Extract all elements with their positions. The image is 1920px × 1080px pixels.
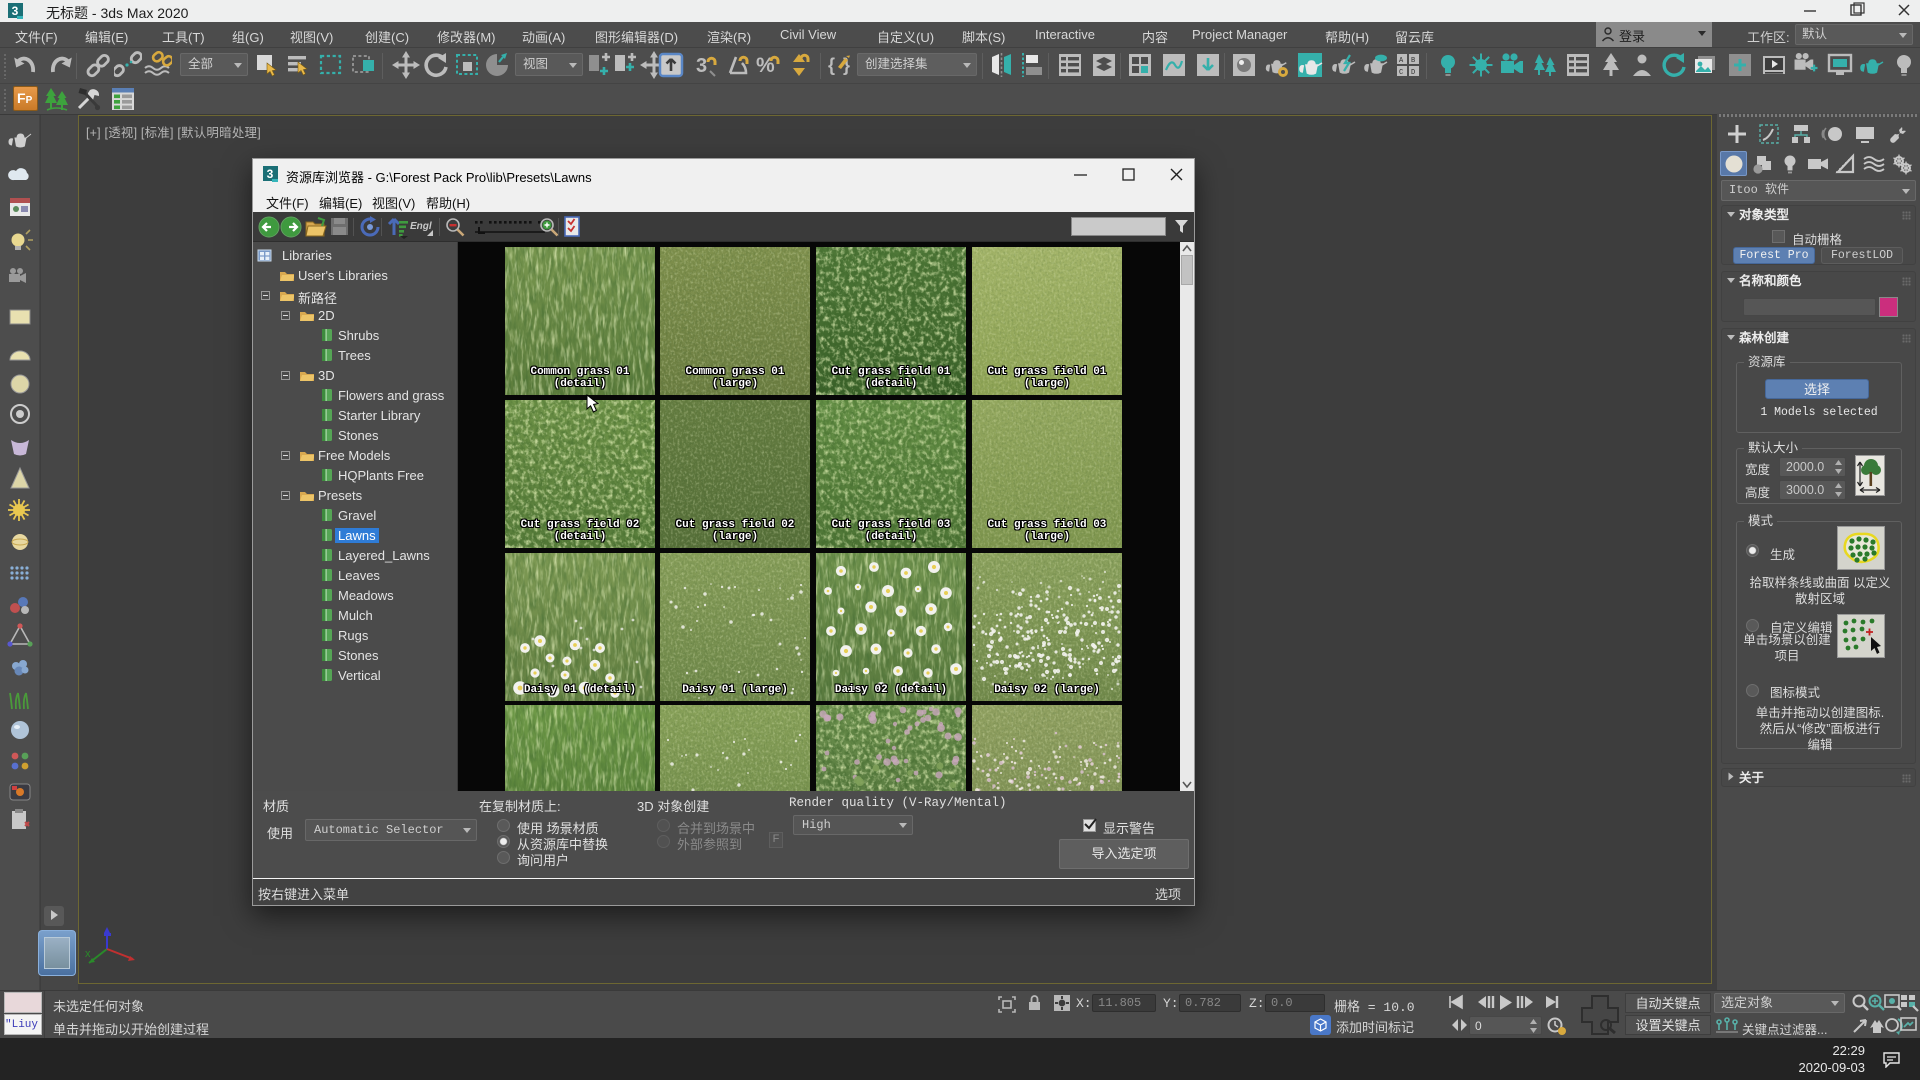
svg-text:3: 3 [12,4,19,18]
svg-text:3: 3 [696,55,707,77]
svg-text:B: B [1411,57,1415,65]
svg-text:{: { [828,55,835,75]
svg-text:C: C [1399,69,1403,77]
svg-text:x: x [85,948,91,960]
svg-text:3: 3 [267,167,274,181]
svg-text:D: D [1411,69,1415,77]
